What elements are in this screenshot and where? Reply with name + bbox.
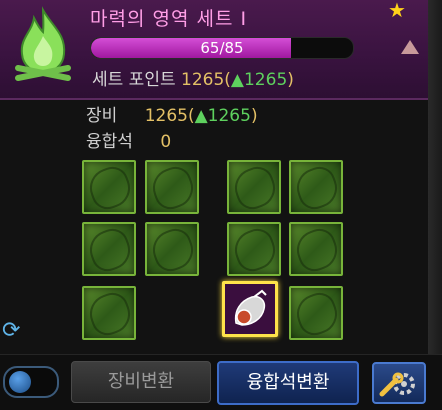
set-progress-bar: 65/85 (90, 37, 354, 59)
star-icon: ★ (388, 0, 406, 22)
green-flame-icon (15, 6, 71, 81)
equip-slot[interactable] (227, 160, 281, 214)
set-title: 마력의 영역 세트 I (90, 8, 248, 30)
stone-change-button[interactable]: 융합석변환 (217, 361, 359, 405)
triangle-up-icon[interactable] (401, 40, 419, 54)
equip-value: 1265 (144, 106, 188, 126)
set-point-row: 세트 포인트 1265(▲1265) (92, 70, 294, 90)
stone-stat-row: 융합석 0 (86, 127, 171, 152)
set-point-delta: ▲1265 (230, 70, 288, 90)
wrench-gear-icon (379, 372, 415, 397)
panel-edge (428, 0, 442, 409)
set-panel: 마력의 영역 세트 I ★ 65/85 세트 포인트 1265(▲1265) 장… (0, 0, 442, 410)
settings-button[interactable] (372, 362, 426, 404)
set-point-label: 세트 포인트 (92, 70, 176, 90)
stone-value: 0 (160, 132, 172, 152)
toggle-knob (9, 371, 31, 393)
equip-slot[interactable] (145, 160, 199, 214)
equip-slot[interactable] (289, 160, 343, 214)
set-progress-text: 65/85 (200, 39, 244, 57)
equip-slot[interactable] (227, 222, 281, 276)
toggle-switch[interactable] (3, 366, 59, 398)
cycle-icon[interactable]: ⟳ (2, 318, 20, 343)
equip-slot[interactable] (82, 286, 136, 340)
equip-change-button[interactable]: 장비변환 (71, 361, 211, 403)
pouch-item-icon (234, 289, 267, 326)
set-point-value: 1265 (181, 70, 225, 90)
equip-slot[interactable] (145, 222, 199, 276)
equip-slot[interactable] (289, 222, 343, 276)
equip-label: 장비 (86, 106, 118, 126)
equip-stat-row: 장비 1265(▲1265) (86, 106, 258, 126)
set-header: 마력의 영역 세트 I ★ 65/85 세트 포인트 1265(▲1265) (0, 0, 428, 100)
equip-slot[interactable] (289, 286, 343, 340)
equip-slot-selected[interactable] (222, 281, 278, 337)
stone-label: 융합석 (86, 132, 133, 152)
equip-slot[interactable] (82, 160, 136, 214)
equip-delta: ▲1265 (194, 106, 251, 126)
equip-slot[interactable] (82, 222, 136, 276)
